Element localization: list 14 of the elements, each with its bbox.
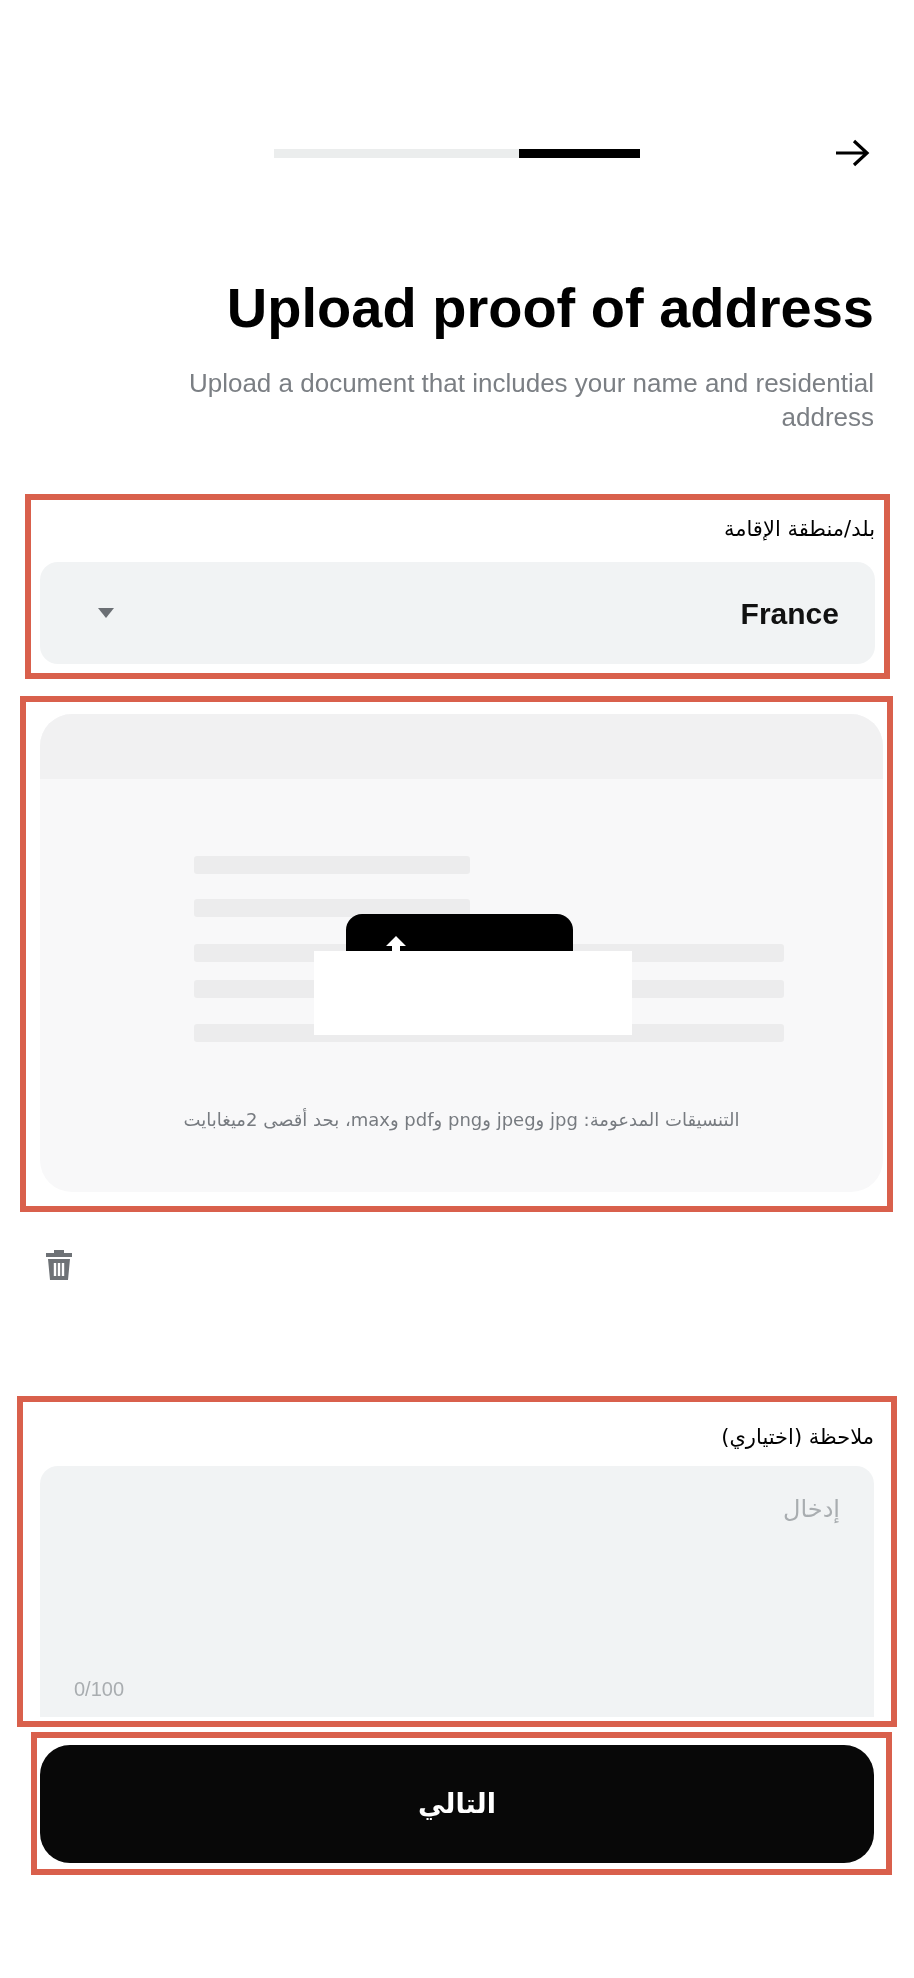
upload-icon — [386, 936, 406, 951]
upload-button[interactable] — [346, 914, 573, 951]
next-button[interactable]: التالي — [40, 1745, 874, 1863]
upload-card[interactable]: التنسيقات المدعومة: jpg وjpeg وpng وpdf وmax، بحد أقصى 2ميغابايت — [40, 714, 883, 1192]
field-label: ملاحظة (اختياري) — [721, 1424, 874, 1451]
formats-note: التنسيقات المدعومة: jpg وjpeg وpng وpdf وmax، بحد أقصى 2ميغابايت — [182, 1107, 741, 1133]
page-title: Upload proof of address — [225, 278, 875, 338]
back-arrow-icon[interactable] — [834, 137, 870, 169]
page-subtitle: Upload a document that includes your name and residential address — [187, 367, 874, 434]
country-select[interactable]: France — [40, 562, 875, 664]
caret-icon — [98, 608, 114, 618]
delete-icon[interactable] — [45, 1248, 73, 1281]
character-counter: 0/100 — [74, 1677, 125, 1702]
field-label: بلد/منطقة الإقامة — [723, 516, 875, 543]
